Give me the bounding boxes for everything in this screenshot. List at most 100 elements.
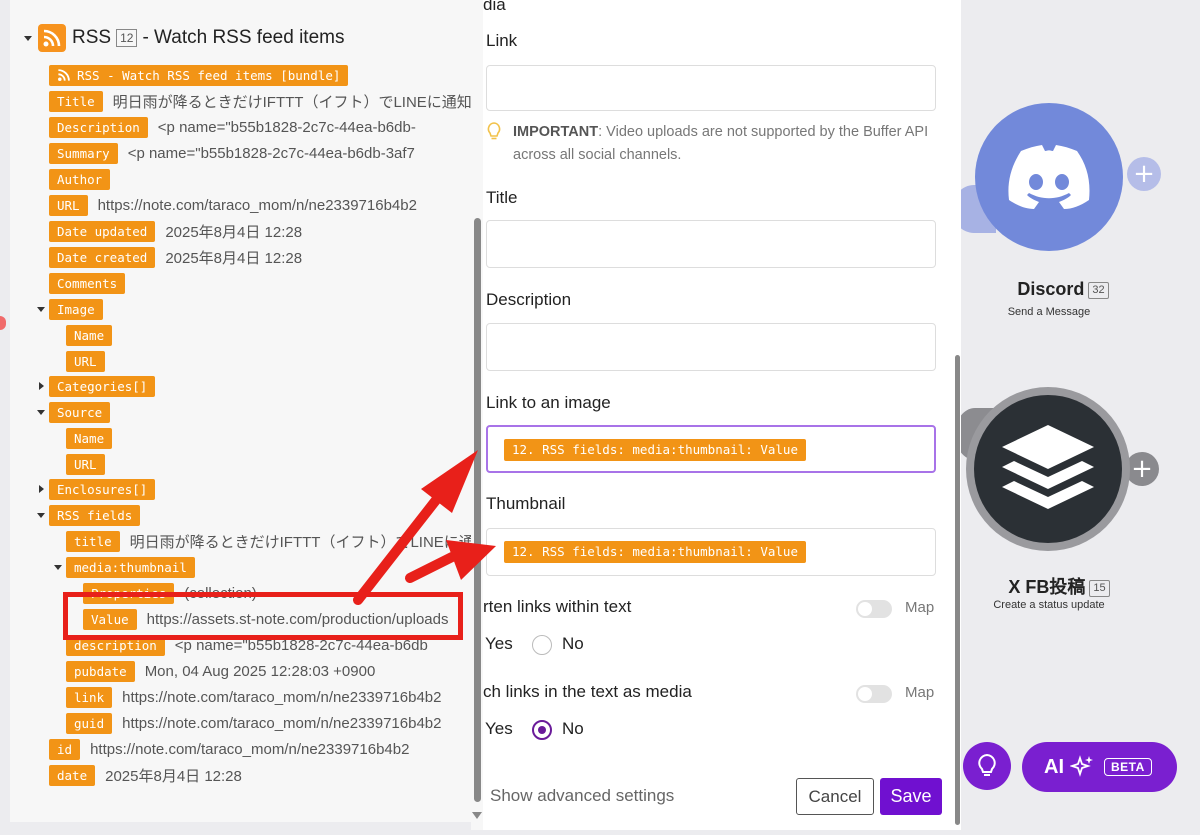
link-pill[interactable]: link xyxy=(66,686,113,708)
rss-icon xyxy=(58,69,70,81)
tree-item-source-url[interactable]: URL xyxy=(66,453,105,475)
tree-item-date-created[interactable]: Date created 2025年8月4日 12:28 xyxy=(49,246,302,268)
link-input[interactable] xyxy=(486,65,936,111)
attach-yes-label: Yes xyxy=(485,719,513,738)
date-updated-pill[interactable]: Date updated xyxy=(49,220,156,242)
source-pill[interactable]: Source xyxy=(49,401,111,423)
date-created-pill[interactable]: Date created xyxy=(49,246,156,268)
bundle-pill[interactable]: RSS - Watch RSS feed items [bundle] xyxy=(49,64,349,86)
buffer-node-action: Create a status update xyxy=(993,599,1105,611)
pubdate-pill[interactable]: pubdate xyxy=(66,660,135,682)
attach-links-map-toggle[interactable] xyxy=(856,685,892,703)
rss-module-header[interactable]: RSS 12 - Watch RSS feed items xyxy=(24,24,344,52)
tree-item-date[interactable]: date 2025年8月4日 12:28 xyxy=(49,764,242,786)
tree-item-pubdate[interactable]: pubdate Mon, 04 Aug 2025 12:28:03 +0900 xyxy=(66,660,375,682)
scroll-down-arrow-icon[interactable] xyxy=(472,812,482,819)
chevron-down-icon xyxy=(54,564,62,570)
tree-item-source-name[interactable]: Name xyxy=(66,427,113,449)
tree-item-date-updated[interactable]: Date updated 2025年8月4日 12:28 xyxy=(49,220,302,242)
description-value: <p name="b55b1828-2c7c-44ea-b6db- xyxy=(157,118,416,136)
comments-pill[interactable]: Comments xyxy=(49,272,126,294)
tree-item-comments[interactable]: Comments xyxy=(49,272,126,294)
tree-item-id[interactable]: id https://note.com/taraco_mom/n/ne233971… xyxy=(49,738,409,760)
description-pill[interactable]: Description xyxy=(49,116,148,138)
discord-node-action: Send a Message xyxy=(1007,306,1091,318)
rss-title-pill[interactable]: title xyxy=(66,530,120,552)
date-created-value: 2025年8月4日 12:28 xyxy=(165,249,303,267)
thumbnail-mapped-pill[interactable]: 12. RSS fields: media:thumbnail: Value xyxy=(504,541,806,563)
description-field-label: Description xyxy=(486,290,572,309)
shorten-yes-label: Yes xyxy=(485,634,513,653)
ai-assistant-button[interactable]: AI BETA xyxy=(1022,742,1177,792)
bundle-row[interactable]: RSS - Watch RSS feed items [bundle] xyxy=(49,64,349,86)
image-link-mapped-pill[interactable]: 12. RSS fields: media:thumbnail: Value xyxy=(504,439,806,461)
guid-pill[interactable]: guid xyxy=(66,712,113,734)
media-thumbnail-pill[interactable]: media:thumbnail xyxy=(66,556,195,578)
mapping-scrollbar-thumb[interactable] xyxy=(474,218,481,802)
enclosures-pill[interactable]: Enclosures[] xyxy=(49,478,156,500)
tree-item-enclosures[interactable]: Enclosures[] xyxy=(49,478,156,500)
image-pill[interactable]: Image xyxy=(49,298,103,320)
tree-item-description[interactable]: Description <p name="b55b1828-2c7c-44ea-b… xyxy=(49,116,416,138)
author-pill[interactable]: Author xyxy=(49,168,111,190)
cancel-button[interactable]: Cancel xyxy=(796,778,874,815)
expand-image-toggle[interactable] xyxy=(36,298,46,320)
shorten-links-map-toggle[interactable] xyxy=(856,600,892,618)
date-pill[interactable]: date xyxy=(49,764,96,786)
title-input[interactable] xyxy=(486,220,936,268)
buffer-add-button[interactable]: + xyxy=(1125,452,1159,486)
buffer-module[interactable] xyxy=(966,387,1130,551)
tree-item-rss-fields[interactable]: RSS fields xyxy=(49,504,141,526)
tree-item-author[interactable]: Author xyxy=(49,168,111,190)
tree-item-rss-title[interactable]: title 明日雨が降るときだけIFTTT（イフト）でLINEに通知を xyxy=(66,530,472,552)
chevron-down-icon xyxy=(37,409,45,415)
expand-categories-toggle[interactable] xyxy=(36,375,46,397)
tree-item-summary[interactable]: Summary <p name="b55b1828-2c7c-44ea-b6db-… xyxy=(49,142,415,164)
link-label: Link xyxy=(486,31,518,50)
settings-footer: Show advanced settings Cancel Save xyxy=(483,768,961,830)
hints-button[interactable] xyxy=(963,742,1011,790)
mapping-panel[interactable]: RSS 12 - Watch RSS feed items RSS - Watc… xyxy=(10,0,472,822)
image-url-pill[interactable]: URL xyxy=(66,350,105,372)
tree-item-image[interactable]: Image xyxy=(49,298,103,320)
summary-pill[interactable]: Summary xyxy=(49,142,118,164)
tree-item-url[interactable]: URL https://note.com/taraco_mom/n/ne23397… xyxy=(49,194,417,216)
save-button[interactable]: Save xyxy=(880,778,942,815)
tree-item-link[interactable]: link https://note.com/taraco_mom/n/ne2339… xyxy=(66,686,442,708)
discord-add-button[interactable]: + xyxy=(1127,157,1161,191)
tree-item-title[interactable]: Title 明日雨が降るときだけIFTTT（イフト）でLINEに通知を xyxy=(49,90,472,112)
settings-scrollbar-thumb[interactable] xyxy=(955,355,960,825)
expand-rss-fields-toggle[interactable] xyxy=(36,504,46,526)
rss-fields-pill[interactable]: RSS fields xyxy=(49,504,141,526)
url-pill[interactable]: URL xyxy=(49,194,88,216)
source-name-pill[interactable]: Name xyxy=(66,427,113,449)
categories-pill[interactable]: Categories[] xyxy=(49,375,156,397)
chevron-down-icon xyxy=(37,512,45,518)
expand-media-thumbnail-toggle[interactable] xyxy=(53,556,63,578)
tree-item-categories[interactable]: Categories[] xyxy=(49,375,156,397)
image-name-pill[interactable]: Name xyxy=(66,324,113,346)
discord-icon xyxy=(1008,145,1090,209)
chevron-right-icon xyxy=(38,485,44,493)
expand-source-toggle[interactable] xyxy=(36,401,46,423)
module-settings-panel[interactable]: dia Link IMPORTANT: Video uploads are no… xyxy=(483,0,961,830)
attach-no-radio[interactable] xyxy=(532,720,552,740)
title-pill[interactable]: Title xyxy=(49,90,103,112)
tree-item-image-name[interactable]: Name xyxy=(66,324,113,346)
bundle-label: RSS - Watch RSS feed items [bundle] xyxy=(77,67,341,83)
discord-module[interactable] xyxy=(975,103,1123,251)
url-value: https://note.com/taraco_mom/n/ne2339716b… xyxy=(97,196,417,214)
description-input[interactable] xyxy=(486,323,936,371)
collapse-icon[interactable] xyxy=(24,35,32,41)
tree-item-media-thumbnail[interactable]: media:thumbnail xyxy=(66,556,195,578)
id-pill[interactable]: id xyxy=(49,738,81,760)
expand-enclosures-toggle[interactable] xyxy=(36,478,46,500)
tree-item-source[interactable]: Source xyxy=(49,401,111,423)
rss-icon xyxy=(38,24,66,52)
shorten-no-radio[interactable] xyxy=(532,635,552,655)
sparkle-icon xyxy=(1070,755,1093,777)
tree-item-image-url[interactable]: URL xyxy=(66,350,105,372)
show-advanced-settings-link[interactable]: Show advanced settings xyxy=(490,786,674,806)
source-url-pill[interactable]: URL xyxy=(66,453,105,475)
tree-item-guid[interactable]: guid https://note.com/taraco_mom/n/ne2339… xyxy=(66,712,442,734)
